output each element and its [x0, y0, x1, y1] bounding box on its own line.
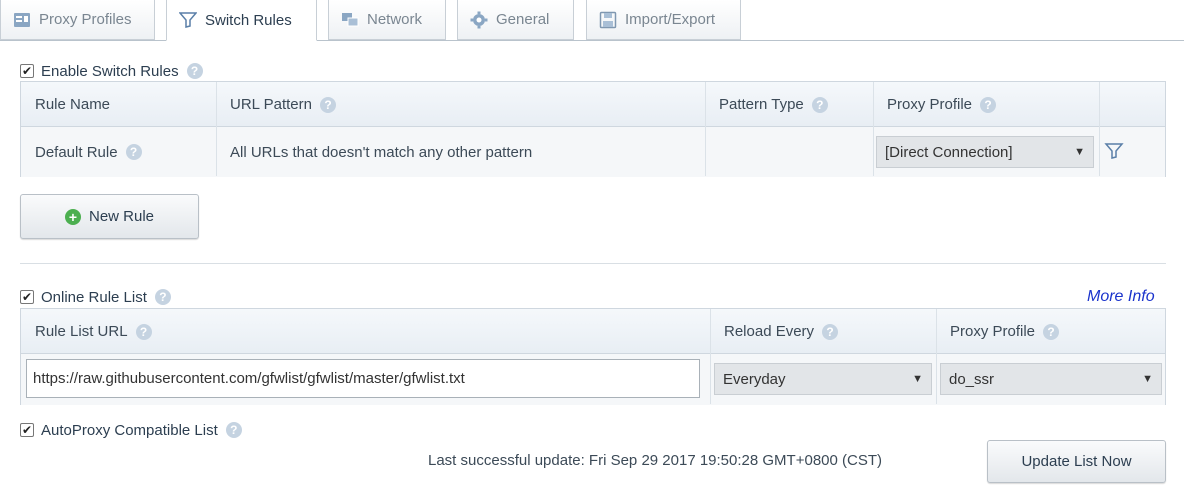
dropdown-arrow-icon: ▼: [1074, 146, 1085, 158]
switch-rules-table: Rule Name URL Pattern ? Pattern Type ? P…: [20, 81, 1166, 177]
checkbox[interactable]: ✔: [20, 64, 34, 78]
column-header-proxy-profile: Proxy Profile ?: [936, 309, 1166, 354]
help-icon[interactable]: ?: [225, 422, 242, 438]
reload-every-select[interactable]: Everyday ▼: [714, 363, 932, 395]
column-header-proxy-profile: Proxy Profile ?: [873, 82, 1099, 127]
tab-bar: Proxy Profiles Switch Rules Network Gene…: [0, 0, 1184, 41]
more-info-link[interactable]: More Info: [1087, 288, 1155, 306]
tab-general[interactable]: General: [457, 0, 574, 40]
help-icon[interactable]: ?: [822, 323, 839, 340]
autoproxy-label: AutoProxy Compatible List: [41, 421, 218, 439]
new-rule-button[interactable]: + New Rule: [20, 194, 199, 239]
tab-network[interactable]: Network: [328, 0, 446, 40]
rule-list-url-input[interactable]: https://raw.githubusercontent.com/gfwlis…: [26, 359, 700, 398]
help-icon[interactable]: ?: [154, 289, 171, 305]
online-rule-list-table: Rule List URL ? Reload Every ? Proxy Pro…: [20, 308, 1166, 405]
column-header-rule-list-url: Rule List URL ?: [21, 309, 710, 354]
column-header-rule-name: Rule Name: [35, 96, 111, 113]
profiles-icon: [13, 11, 31, 29]
help-icon[interactable]: ?: [135, 323, 152, 340]
enable-switch-rules-checkbox[interactable]: ✔ Enable Switch Rules ?: [20, 62, 203, 80]
floppy-icon: [599, 11, 617, 29]
autoproxy-compatible-checkbox[interactable]: ✔ AutoProxy Compatible List ?: [20, 421, 242, 439]
tab-switch-rules[interactable]: Switch Rules: [166, 0, 317, 41]
tab-label: Proxy Profiles: [39, 11, 132, 28]
tab-import-export[interactable]: Import/Export: [586, 0, 741, 40]
online-rule-list-checkbox[interactable]: ✔ Online Rule List ?: [20, 288, 171, 306]
help-icon[interactable]: ?: [1043, 323, 1060, 340]
tab-proxy-profiles[interactable]: Proxy Profiles: [0, 0, 155, 40]
default-rule-profile-select[interactable]: [Direct Connection] ▼: [876, 136, 1094, 168]
column-header-reload-every: Reload Every ?: [710, 309, 936, 354]
column-header-pattern-type: Pattern Type ?: [705, 82, 873, 127]
checkbox[interactable]: ✔: [20, 423, 34, 437]
help-icon[interactable]: ?: [186, 63, 203, 79]
filter-icon[interactable]: [1104, 141, 1124, 161]
help-icon[interactable]: ?: [980, 96, 997, 113]
help-icon[interactable]: ?: [811, 96, 828, 113]
last-update-status: Last successful update: Fri Sep 29 2017 …: [428, 452, 882, 469]
dropdown-arrow-icon: ▼: [1142, 373, 1153, 385]
enable-switch-rules-label: Enable Switch Rules: [41, 62, 179, 80]
tab-label: Import/Export: [625, 11, 716, 28]
update-list-now-button[interactable]: Update List Now: [987, 440, 1166, 483]
checkbox[interactable]: ✔: [20, 290, 34, 304]
network-icon: [341, 11, 359, 29]
tab-label: Switch Rules: [205, 11, 292, 29]
add-icon: +: [64, 208, 81, 225]
online-list-profile-select[interactable]: do_ssr ▼: [940, 363, 1162, 395]
filter-icon: [179, 11, 197, 29]
gear-icon: [470, 11, 488, 29]
tab-label: General: [496, 11, 550, 28]
tab-label: Network: [367, 11, 423, 28]
help-icon[interactable]: ?: [319, 96, 336, 113]
dropdown-arrow-icon: ▼: [912, 373, 923, 385]
online-rule-list-label: Online Rule List: [41, 288, 147, 306]
help-icon[interactable]: ?: [125, 144, 142, 160]
default-rule-name: Default Rule ?: [21, 127, 216, 177]
section-divider: [20, 263, 1166, 264]
column-header-url-pattern: URL Pattern ?: [216, 82, 705, 127]
default-rule-pattern: All URLs that doesn't match any other pa…: [230, 143, 533, 161]
